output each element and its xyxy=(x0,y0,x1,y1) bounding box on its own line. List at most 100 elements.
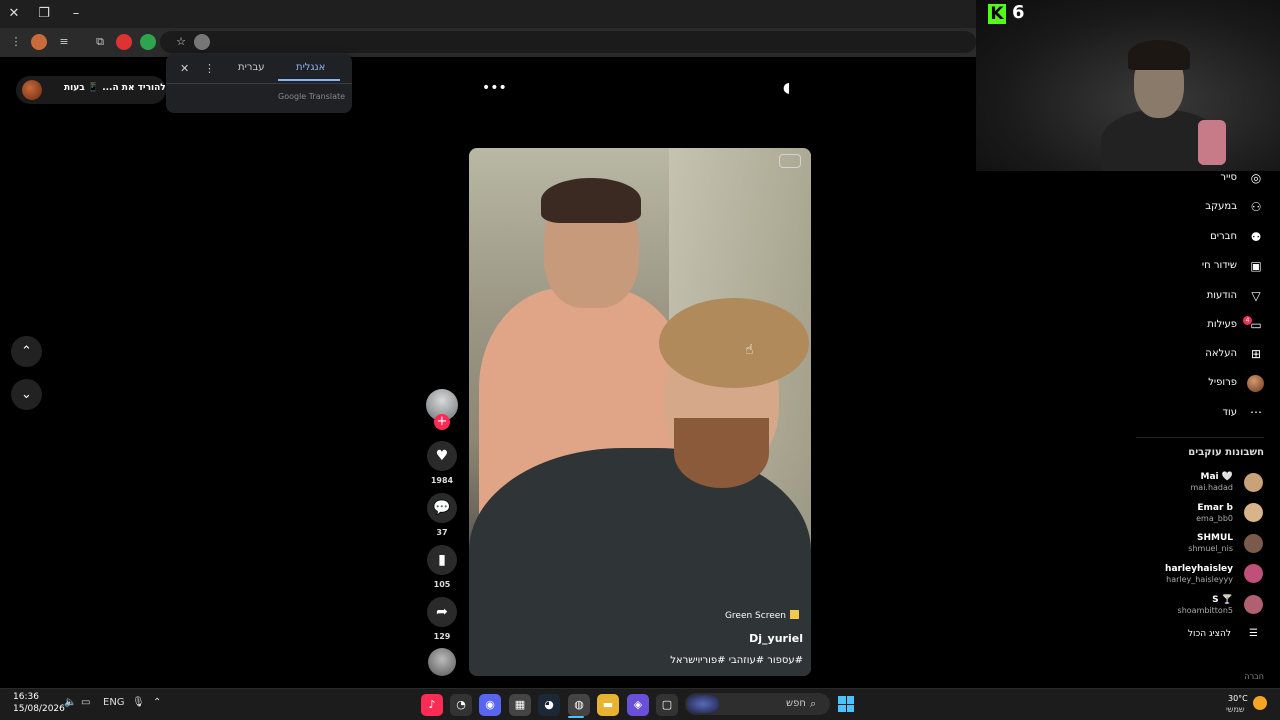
network-icon[interactable]: ▭ xyxy=(81,697,90,708)
steam-app-icon[interactable]: ◕ xyxy=(538,694,560,716)
clock-time[interactable]: 16:36 xyxy=(13,692,39,702)
following-accounts-title: חשבונות עוקבים xyxy=(1188,447,1264,458)
translate-icon[interactable] xyxy=(194,34,210,50)
live-tv-icon[interactable]: ▣ xyxy=(1248,258,1264,274)
reading-list-icon[interactable]: ≡ xyxy=(56,34,72,50)
account-avatar[interactable] xyxy=(1244,473,1263,492)
restore-window-icon[interactable]: ❐ xyxy=(34,4,54,24)
more-icon[interactable]: ⋯ xyxy=(1248,404,1264,420)
more-options-icon[interactable]: ••• xyxy=(482,80,507,96)
tab-english[interactable]: אנגלית xyxy=(296,62,325,73)
sidebar-item-activity[interactable]: פעילות xyxy=(1207,319,1237,330)
company-link[interactable]: חברה xyxy=(1244,672,1264,681)
tab-hebrew[interactable]: עברית xyxy=(238,62,265,73)
account-avatar[interactable] xyxy=(1244,534,1263,553)
sidebar-item-messages[interactable]: הודעות xyxy=(1207,290,1237,301)
clock-date[interactable]: 15/08/2026 xyxy=(13,704,65,714)
video-author[interactable]: Dj_yuriel xyxy=(749,632,803,645)
user-plus-icon[interactable]: ⚇ xyxy=(1248,199,1264,215)
search-input[interactable]: חפש xyxy=(786,698,806,709)
chrome-app-icon[interactable]: ◍ xyxy=(568,694,590,716)
upload-icon[interactable]: ⊞ xyxy=(1248,346,1264,362)
follow-plus-icon[interactable]: + xyxy=(434,414,450,430)
share-icon[interactable]: ➦ xyxy=(427,597,457,627)
address-bar[interactable] xyxy=(160,31,976,53)
previous-video-button[interactable]: ⌃ xyxy=(11,336,42,367)
close-icon[interactable]: ✕ xyxy=(180,62,189,75)
account-name[interactable]: SHMUL xyxy=(1197,533,1233,543)
like-heart-icon[interactable]: ♥ xyxy=(427,441,457,471)
account-handle[interactable]: shmuel_nis xyxy=(1188,544,1233,553)
windows-start-icon[interactable] xyxy=(838,696,854,712)
extension-red-icon[interactable] xyxy=(116,34,132,50)
compass-icon[interactable]: ◎ xyxy=(1248,170,1264,186)
sidebar-item-more[interactable]: עוד xyxy=(1223,407,1237,418)
video-caption[interactable]: #עספור #עוזהבי #פוריוישראל xyxy=(670,655,803,666)
extension-avatar-icon[interactable] xyxy=(31,34,47,50)
browser-menu-icon[interactable]: ⋮ xyxy=(8,34,24,50)
account-name[interactable]: harleyhaisley xyxy=(1165,564,1233,574)
sidebar-item-following[interactable]: במעקב xyxy=(1205,201,1237,212)
save-count: 105 xyxy=(433,580,451,589)
video-frame xyxy=(674,418,769,488)
translate-menu-icon[interactable]: ⋮ xyxy=(204,62,215,75)
account-name[interactable]: Mai 🤍 xyxy=(1201,472,1233,482)
download-app-pill[interactable]: להוריד את ה... 📱 בעות xyxy=(16,76,166,104)
language-indicator[interactable]: ENG xyxy=(103,697,125,708)
extension-green-icon[interactable] xyxy=(140,34,156,50)
video-player[interactable]: Green Screen Dj_yuriel #עספור #עוזהבי #פ… xyxy=(469,148,811,676)
account-handle[interactable]: shoambitton5 xyxy=(1178,606,1233,615)
download-text: להוריד את ה... xyxy=(102,83,166,93)
extensions-puzzle-icon[interactable]: ⧉ xyxy=(92,34,108,50)
share-count: 129 xyxy=(433,632,451,641)
sidebar-item-upload[interactable]: העלאה xyxy=(1205,348,1237,359)
bookmark-star-icon[interactable]: ☆ xyxy=(173,34,189,50)
account-handle[interactable]: ema_bb0 xyxy=(1196,514,1233,523)
comment-icon[interactable]: 💬 xyxy=(427,493,457,523)
effect-icon xyxy=(790,610,799,619)
friends-icon[interactable]: ⚉ xyxy=(1248,229,1264,245)
next-video-button[interactable]: ⌄ xyxy=(11,379,42,410)
account-handle[interactable]: harley_haisleyyy xyxy=(1166,575,1233,584)
store-app-icon[interactable]: ▦ xyxy=(509,694,531,716)
sidebar-item-friends[interactable]: חברים xyxy=(1210,231,1237,242)
bookmark-icon[interactable]: ▮ xyxy=(427,545,457,575)
profile-avatar[interactable] xyxy=(1247,375,1264,392)
show-all-link[interactable]: להציג הכול xyxy=(1188,629,1231,639)
minimize-window-icon[interactable]: – xyxy=(66,4,86,24)
translate-popup: ✕ ⋮ עברית אנגלית Google Translate xyxy=(166,54,352,113)
download-label: להוריד את ה... 📱 בעות xyxy=(64,83,166,93)
chevron-up-icon[interactable]: ⌃ xyxy=(153,697,161,708)
copilot-app-icon[interactable]: ◈ xyxy=(627,694,649,716)
volume-icon[interactable]: 🔈 xyxy=(64,697,76,708)
webcam-frame xyxy=(1128,40,1190,70)
google-translate-brand: Google Translate xyxy=(278,92,346,101)
account-avatar[interactable] xyxy=(1244,595,1263,614)
search-highlight-icon xyxy=(687,695,719,713)
account-avatar[interactable] xyxy=(1244,503,1263,522)
app-icon[interactable]: ◔ xyxy=(450,694,472,716)
tiktok-app-icon[interactable]: ♪ xyxy=(421,694,443,716)
sidebar-item-explore[interactable]: סייר xyxy=(1220,172,1237,183)
list-icon[interactable]: ☰ xyxy=(1249,628,1258,639)
close-window-icon[interactable]: ✕ xyxy=(4,4,24,24)
sound-icon[interactable]: ◖ xyxy=(783,80,790,96)
account-avatar[interactable] xyxy=(1244,564,1263,583)
weather-temp[interactable]: 30°C xyxy=(1228,694,1248,703)
send-icon[interactable]: ▽ xyxy=(1248,288,1264,304)
account-name[interactable]: S 🍸 xyxy=(1212,595,1233,605)
download-partial-text: בעות xyxy=(64,83,85,93)
task-view-icon[interactable]: ▢ xyxy=(656,694,678,716)
sidebar-item-live[interactable]: שידור חי xyxy=(1202,260,1237,271)
sidebar-item-profile[interactable]: פרופיל xyxy=(1208,377,1237,388)
effect-label[interactable]: Green Screen xyxy=(725,610,799,621)
account-name[interactable]: Emar b xyxy=(1197,503,1233,513)
file-explorer-icon[interactable]: ▬ xyxy=(597,694,619,716)
music-disc-icon[interactable] xyxy=(428,648,456,676)
weather-condition[interactable]: שמשי xyxy=(1226,705,1245,714)
discord-app-icon[interactable]: ◉ xyxy=(479,694,501,716)
account-handle[interactable]: mai.hadad xyxy=(1191,483,1234,492)
search-icon[interactable]: ⌕ xyxy=(810,697,816,711)
microphone-icon[interactable]: 🎙 xyxy=(132,697,145,708)
sun-icon[interactable] xyxy=(1253,696,1267,710)
